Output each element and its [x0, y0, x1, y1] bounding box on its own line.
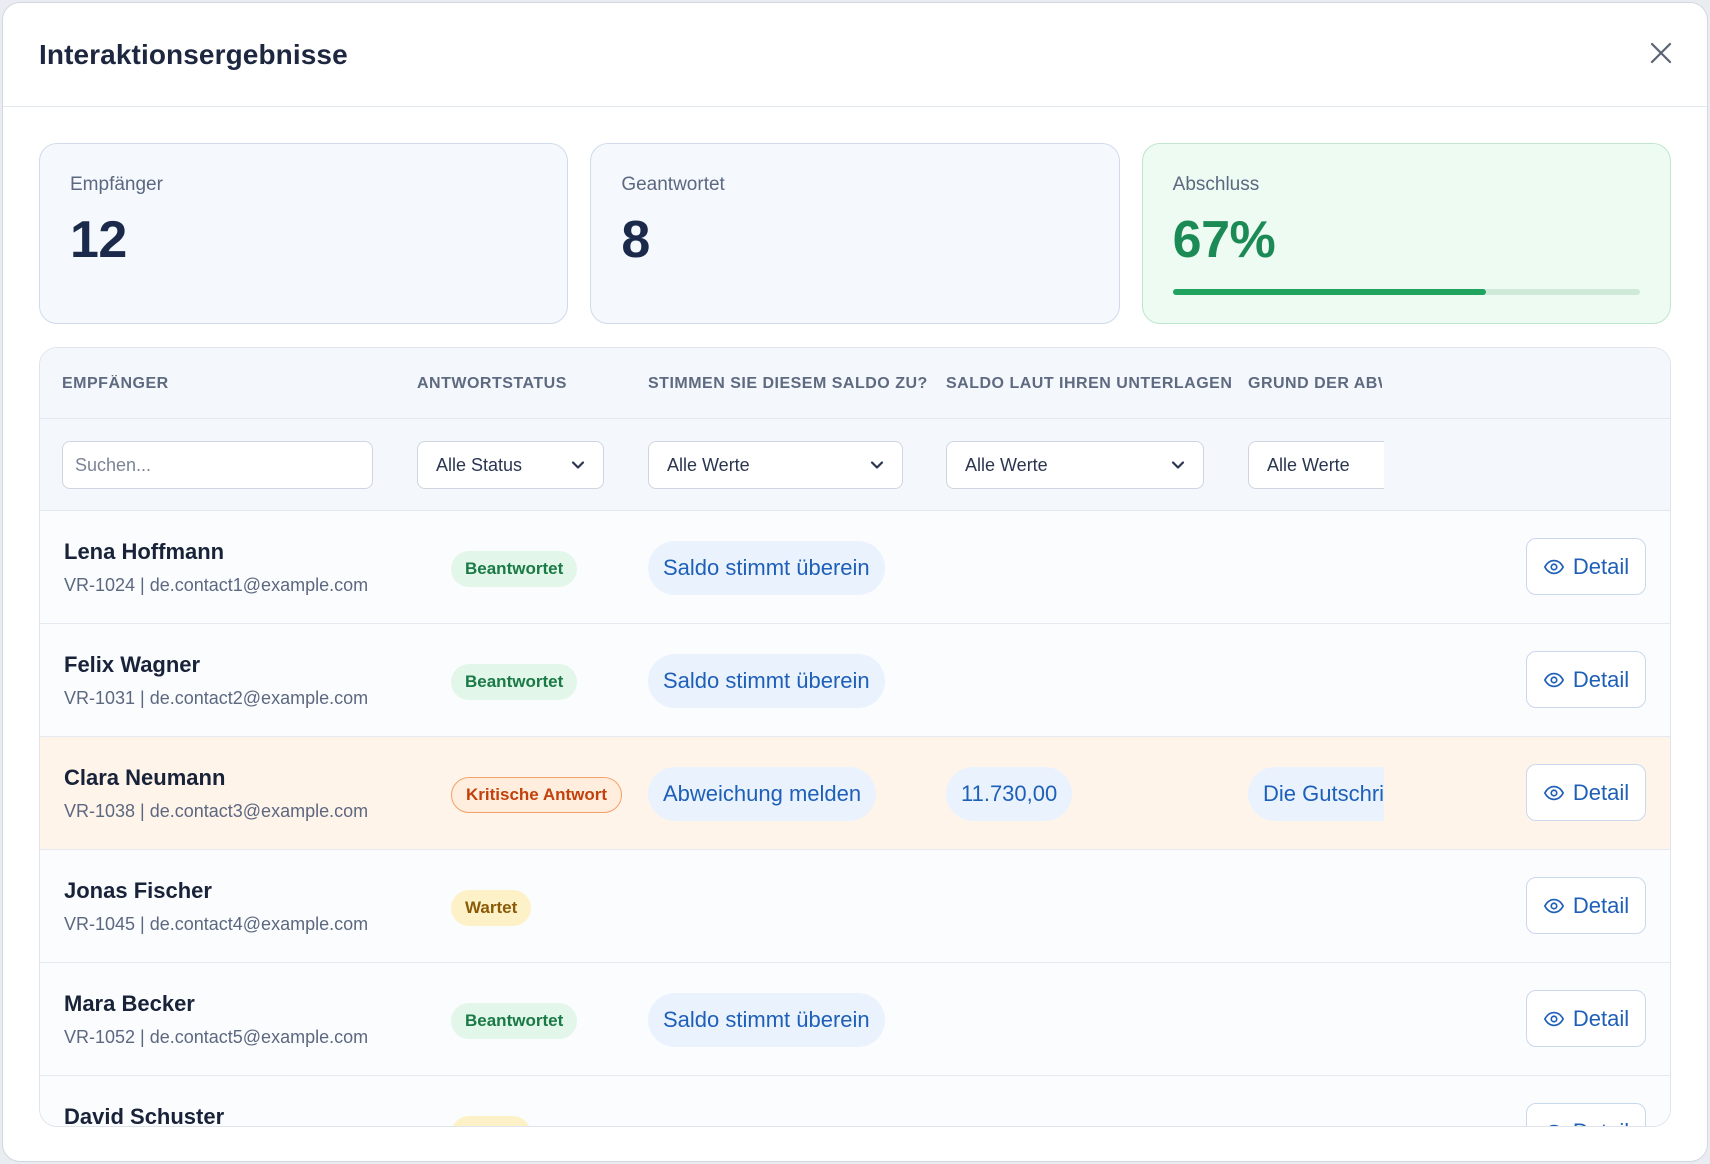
- recipient-name: Clara Neumann: [64, 765, 226, 790]
- reason-filter-value: Alle Werte: [1267, 454, 1350, 475]
- stat-value: 8: [621, 211, 650, 269]
- detail-button[interactable]: Detail: [1526, 538, 1646, 595]
- eye-icon: [1543, 672, 1564, 687]
- close-icon: [1650, 42, 1672, 64]
- stat-card-completion: Abschluss 67%: [1141, 143, 1671, 324]
- agree-pill: Saldo stimmt überein: [648, 993, 885, 1047]
- detail-button[interactable]: Detail: [1526, 651, 1646, 708]
- detail-button[interactable]: Detail: [1526, 877, 1646, 934]
- filter-row: Suchen... Alle Status Alle Werte Alle We…: [40, 419, 1670, 511]
- table-row: Lena Hoffmann VR-1024 | de.contact1@exam…: [40, 511, 1670, 624]
- detail-label: Detail: [1573, 1119, 1629, 1127]
- stat-label: Empfänger: [70, 174, 163, 195]
- detail-label: Detail: [1572, 892, 1630, 918]
- status-filter-value: Alle Status: [436, 454, 523, 475]
- balance-pill: 11.730,00: [946, 767, 1073, 821]
- completion-progress-bar: [1172, 289, 1640, 295]
- table-row: Felix Wagner VR-1031 | de.contact2@examp…: [40, 624, 1670, 737]
- recipient-contact: VR-1038 | de.contact3@example.com: [64, 801, 369, 821]
- detail-label: Detail: [1572, 666, 1630, 692]
- agree-pill: Saldo stimmt überein: [648, 541, 885, 595]
- eye-icon: [1543, 1011, 1564, 1026]
- recipient-contact: VR-1024 | de.contact1@example.com: [64, 575, 369, 595]
- detail-label: Detail: [1572, 553, 1630, 579]
- stat-card-answered: Geantwortet 8: [590, 143, 1120, 324]
- chevron-down-icon: [870, 461, 884, 469]
- recipient-contact: VR-1045 | de.contact4@example.com: [64, 914, 369, 934]
- reason-filter-select[interactable]: Alle Werte: [1248, 441, 1384, 489]
- stat-value: 67%: [1172, 211, 1276, 269]
- detail-label: Detail: [1572, 1005, 1630, 1031]
- eye-icon: [1543, 898, 1564, 913]
- status-badge: Wartet: [451, 1116, 532, 1126]
- header-recipient: EMPFÄNGER: [62, 375, 169, 392]
- modal-header: Interaktionsergebnisse: [3, 3, 1707, 107]
- stat-label: Geantwortet: [621, 174, 725, 195]
- stat-card-recipients: Empfänger 12: [39, 143, 569, 324]
- agree-filter-select[interactable]: Alle Werte: [648, 441, 903, 489]
- reason-pill: Die Gutschrift: [1248, 767, 1384, 821]
- recipient-name: David Schuster: [64, 1104, 225, 1127]
- modal-title: Interaktionsergebnisse: [39, 39, 348, 70]
- header-agree-balance: STIMMEN SIE DIESEM SALDO ZU?: [648, 375, 928, 392]
- recipient-name: Jonas Fischer: [64, 878, 212, 903]
- completion-progress-fill: [1172, 289, 1486, 295]
- stats-row: Empfänger 12 Geantwortet 8 Abschluss 67%: [39, 143, 1671, 324]
- status-badge: Wartet: [451, 890, 532, 926]
- header-reason: GRUND DER ABW: [1248, 375, 1382, 392]
- header-balance-records: SALDO LAUT IHREN UNTERLAGEN: [946, 375, 1233, 392]
- balance-filter-select[interactable]: Alle Werte: [946, 441, 1204, 489]
- search-placeholder: Suchen...: [75, 454, 152, 475]
- status-badge: Beantwortet: [451, 1003, 578, 1039]
- status-filter-select[interactable]: Alle Status: [417, 441, 604, 489]
- table-row: Jonas Fischer VR-1045 | de.contact4@exam…: [40, 850, 1670, 963]
- detail-button[interactable]: Detail: [1526, 990, 1646, 1047]
- table-row: Mara Becker VR-1052 | de.contact5@exampl…: [40, 963, 1670, 1076]
- agree-pill: Abweichung melden: [648, 767, 877, 821]
- status-badge: Kritische Antwort: [451, 777, 623, 813]
- recipient-contact: VR-1052 | de.contact5@example.com: [64, 1027, 369, 1047]
- eye-icon: [1543, 785, 1564, 800]
- status-badge: Beantwortet: [451, 664, 578, 700]
- chevron-down-icon: [1171, 461, 1185, 469]
- stat-value: 12: [70, 211, 127, 269]
- table-header: EMPFÄNGER ANTWORTSTATUS STIMMEN SIE DIES…: [40, 348, 1670, 419]
- detail-button[interactable]: Detail: [1526, 764, 1646, 821]
- agree-filter-value: Alle Werte: [667, 454, 750, 475]
- table-row: David Schuster Wartet Detail: [40, 1076, 1670, 1127]
- detail-label: Detail: [1572, 779, 1630, 805]
- detail-button[interactable]: Detail: [1526, 1103, 1646, 1127]
- chevron-down-icon: [571, 461, 585, 469]
- recipient-name: Felix Wagner: [64, 652, 201, 677]
- recipient-name: Lena Hoffmann: [64, 539, 225, 564]
- stat-label: Abschluss: [1172, 174, 1260, 195]
- header-answer-status: ANTWORTSTATUS: [417, 375, 567, 392]
- close-button[interactable]: [1645, 37, 1677, 69]
- eye-icon: [1548, 1124, 1560, 1126]
- search-input[interactable]: Suchen...: [62, 441, 373, 489]
- eye-icon: [1543, 559, 1564, 574]
- agree-pill: Saldo stimmt überein: [648, 654, 885, 708]
- table-row: Clara Neumann VR-1038 | de.contact3@exam…: [40, 737, 1670, 850]
- recipient-name: Mara Becker: [64, 991, 195, 1016]
- recipient-contact: VR-1031 | de.contact2@example.com: [64, 688, 369, 708]
- status-badge: Beantwortet: [451, 551, 578, 587]
- results-modal: Interaktionsergebnisse Empfänger 12 Gean…: [2, 2, 1708, 1162]
- results-table: EMPFÄNGER ANTWORTSTATUS STIMMEN SIE DIES…: [39, 347, 1671, 1127]
- balance-filter-value: Alle Werte: [965, 454, 1048, 475]
